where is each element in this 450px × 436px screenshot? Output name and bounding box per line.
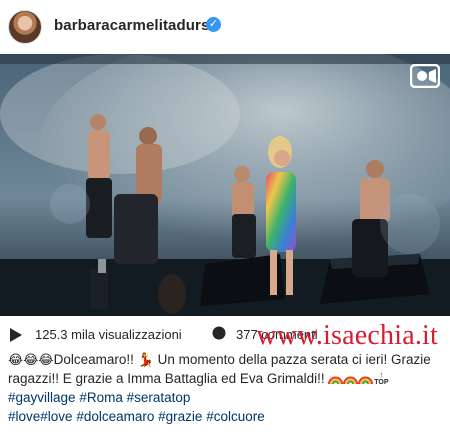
verified-badge-icon: ✓ bbox=[206, 17, 221, 32]
site-watermark: www.isaechia.it bbox=[256, 320, 438, 351]
dancer-emoji-icon: 💃 bbox=[137, 352, 154, 367]
rainbow-emoji-icon bbox=[343, 376, 359, 385]
hashtag-link[interactable]: #love bbox=[8, 409, 40, 424]
hashtag-link[interactable]: #seratatop bbox=[127, 390, 191, 405]
hashtag-link[interactable]: #Roma bbox=[79, 390, 123, 405]
laugh-emoji-icon: 😂 bbox=[38, 352, 54, 367]
hashtag-link[interactable]: #grazie bbox=[158, 409, 202, 424]
hashtag-link[interactable]: #gayvillage bbox=[8, 390, 76, 405]
video-camera-icon bbox=[410, 64, 440, 88]
laugh-emoji-icon: 😂 bbox=[8, 352, 24, 367]
hashtag-link[interactable]: #dolceamaro bbox=[76, 409, 154, 424]
top-emoji-icon: ↑ TOP bbox=[374, 372, 389, 386]
video-frame bbox=[0, 54, 450, 316]
profile-avatar[interactable] bbox=[8, 10, 42, 44]
laugh-emoji-icon: 😂 bbox=[23, 352, 39, 367]
rainbow-emoji-icon bbox=[358, 376, 374, 385]
hashtag-link[interactable]: #colcuore bbox=[206, 409, 265, 424]
username-link[interactable]: barbaracarmelitadurso bbox=[54, 17, 219, 34]
post-header: barbaracarmelitadurso ✓ bbox=[0, 0, 450, 54]
play-icon[interactable] bbox=[10, 328, 22, 342]
rainbow-emoji-icon bbox=[328, 376, 344, 385]
caption-text-title: Dolceamaro!! bbox=[53, 352, 134, 367]
hashtag-link[interactable]: #love bbox=[40, 409, 72, 424]
comment-icon[interactable] bbox=[212, 326, 226, 340]
top-label: TOP bbox=[374, 379, 389, 386]
video-player[interactable] bbox=[0, 54, 450, 316]
views-count: 125.3 mila visualizzazioni bbox=[35, 327, 182, 342]
post-caption: 😂😂😂Dolceamaro!! 💃 Un momento della pazza… bbox=[8, 350, 443, 426]
